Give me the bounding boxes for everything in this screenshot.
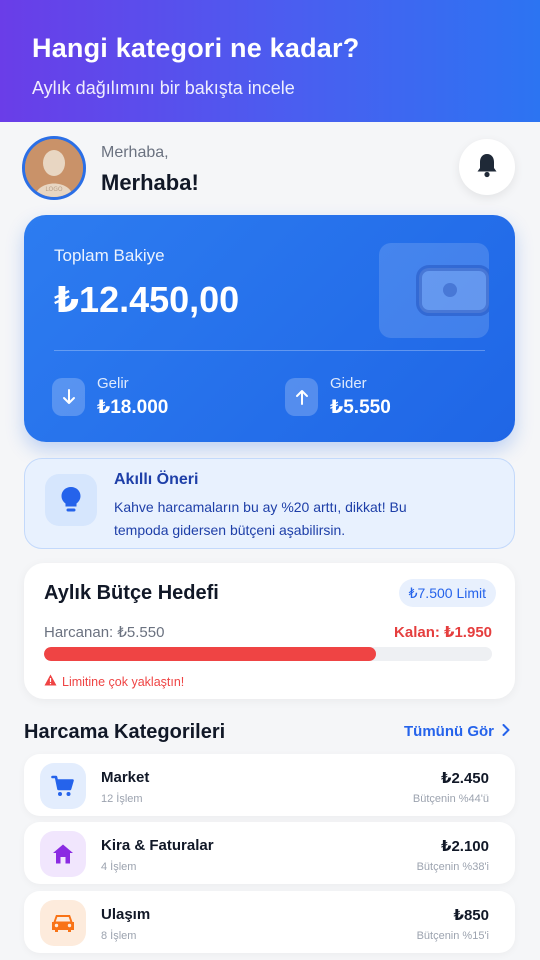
income-label: Gelir — [97, 375, 129, 392]
category-amount: ₺2.450 — [441, 770, 489, 787]
chevron-right-icon — [502, 723, 510, 740]
smart-tip-card[interactable]: Akıllı Öneri Kahve harcamaların bu ay %2… — [24, 458, 515, 549]
svg-text:LOGO: LOGO — [45, 186, 63, 193]
warning-text: Limitine çok yaklaştın! — [62, 674, 185, 689]
budget-goal-card: Aylık Bütçe Hedefi ₺7.500 Limit Harcanan… — [24, 563, 515, 699]
category-name: Kira & Faturalar — [101, 837, 214, 854]
hero-title: Hangi kategori ne kadar? — [32, 33, 360, 63]
remaining-text: Kalan: ₺1.950 — [394, 624, 492, 641]
category-share: Bütçenin %15'i — [416, 930, 489, 942]
category-share: Bütçenin %38'i — [416, 861, 489, 873]
category-item-transport[interactable]: Ulaşım 8 İşlem ₺850 Bütçenin %15'i — [24, 891, 515, 953]
tip-text: Kahve harcamaların bu ay %20 arttı, dikk… — [114, 499, 407, 538]
car-icon — [40, 900, 86, 946]
lightbulb-icon — [45, 474, 97, 526]
expense-value: ₺5.550 — [330, 397, 391, 418]
category-item-rent-bills[interactable]: Kira & Faturalar 4 İşlem ₺2.100 Bütçenin… — [24, 822, 515, 884]
income-value: ₺18.000 — [97, 397, 169, 418]
balance-divider — [54, 350, 485, 351]
balance-amount: ₺12.450,00 — [54, 279, 240, 320]
budget-progress-fill — [44, 647, 376, 661]
category-count: 12 İşlem — [101, 793, 143, 805]
limit-badge[interactable]: ₺7.500 Limit — [398, 579, 496, 607]
category-share: Bütçenin %44'ü — [412, 793, 489, 805]
hero-subtitle: Aylık dağılımını bir bakışta incele — [32, 78, 295, 98]
category-count: 8 İşlem — [101, 930, 137, 942]
spent-text: Harcanan: ₺5.550 — [44, 624, 165, 641]
categories-title: Harcama Kategorileri — [24, 721, 226, 743]
category-name: Market — [101, 769, 150, 786]
see-all-link[interactable]: Tümünü Gör — [404, 723, 510, 740]
budget-title: Aylık Bütçe Hedefi — [44, 582, 219, 604]
greeting-row: LOGO Merhaba, Merhaba! — [22, 136, 518, 202]
balance-label: Toplam Bakiye — [54, 246, 165, 265]
tip-title: Akıllı Öneri — [114, 471, 199, 488]
budget-warning: Limitine çok yaklaştın! — [44, 674, 184, 689]
expense-label: Gider — [330, 375, 367, 392]
home-icon — [40, 831, 86, 877]
warning-icon — [44, 674, 57, 689]
avatar[interactable]: LOGO — [22, 136, 86, 200]
wallet-icon — [379, 243, 492, 338]
notifications-button[interactable] — [459, 139, 515, 195]
see-all-label: Tümünü Gör — [404, 723, 494, 740]
category-item-market[interactable]: Market 12 İşlem ₺2.450 Bütçenin %44'ü — [24, 754, 515, 816]
arrow-down-icon — [52, 378, 85, 416]
arrow-up-icon — [285, 378, 318, 416]
cart-icon — [40, 763, 86, 809]
category-name: Ulaşım — [101, 906, 151, 923]
balance-card: Toplam Bakiye ₺12.450,00 Gelir ₺18.000 G… — [24, 215, 515, 442]
category-amount: ₺2.100 — [441, 838, 489, 855]
category-amount: ₺850 — [453, 907, 489, 924]
category-count: 4 İşlem — [101, 861, 137, 873]
bell-icon — [475, 152, 499, 183]
budget-progress-bar — [44, 647, 492, 661]
hero-header: Hangi kategori ne kadar? Aylık dağılımın… — [0, 0, 540, 122]
greeting-small: Merhaba, — [101, 144, 169, 161]
greeting-name: Merhaba! — [101, 170, 199, 195]
